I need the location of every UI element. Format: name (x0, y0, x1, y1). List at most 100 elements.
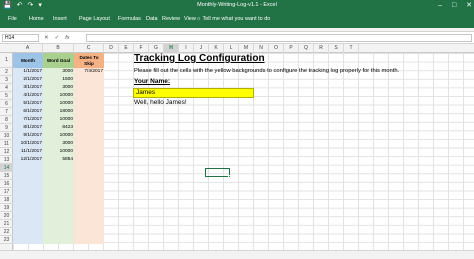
tell-me-label: Tell me what you want to do (202, 16, 271, 22)
row-header-2[interactable]: 2 (0, 68, 13, 76)
lightbulb-icon: ☼ (196, 16, 202, 22)
active-cell-h14[interactable] (205, 168, 231, 178)
row-header-10[interactable]: 10 (0, 132, 13, 140)
row-header-7[interactable]: 7 (0, 108, 13, 116)
row-header-17[interactable]: 17 (0, 188, 13, 196)
row-header-3[interactable]: 3 (0, 76, 13, 84)
row-header-16[interactable]: 16 (0, 180, 13, 188)
word-goal-cell[interactable]: 1500 (43, 76, 74, 84)
column-header-m[interactable]: M (239, 44, 254, 53)
row-header-18[interactable]: 18 (0, 196, 13, 204)
row-header-15[interactable]: 15 (0, 172, 13, 180)
column-header-q[interactable]: Q (299, 44, 314, 53)
column-header-f[interactable]: F (134, 44, 149, 53)
word-goal-cell[interactable]: 10000 (43, 92, 74, 100)
month-cell[interactable]: 8/1/2017 (13, 124, 43, 132)
column-header-t[interactable]: T (344, 44, 359, 53)
row-headers: 1 2 3 4 5 6 7 8 9 10 11 12 13 14 15 16 17 18 19 20 21 22 23 (0, 53, 13, 250)
month-cell[interactable]: 2/1/2017 (13, 76, 43, 84)
row-header-21[interactable]: 21 (0, 220, 13, 228)
month-cell[interactable]: 7/1/2017 (13, 116, 43, 124)
month-cell[interactable]: 11/1/2017 (13, 148, 43, 156)
column-header-o[interactable]: O (269, 44, 284, 53)
column-header-p[interactable]: P (284, 44, 299, 53)
fx-icon[interactable]: fx (65, 35, 69, 41)
row-header-14[interactable]: 14 (0, 164, 13, 172)
tab-insert[interactable]: Insert (53, 15, 67, 23)
month-cell[interactable]: 5/1/2017 (13, 100, 43, 108)
row-header-13[interactable]: 13 (0, 156, 13, 164)
row-header-1[interactable]: 1 (0, 53, 13, 68)
column-header-k[interactable]: K (209, 44, 224, 53)
month-cell[interactable]: 12/1/2017 (13, 156, 43, 164)
worksheet: ABCDEFGHIJKLMNOPQRST 1 2 3 4 5 6 7 8 9 10 11 12 13 14… (0, 44, 474, 250)
word-goal-cell[interactable]: 3000 (43, 68, 74, 76)
month-cell[interactable]: 10/1/2017 (13, 140, 43, 148)
row-header-23[interactable]: 23 (0, 236, 13, 244)
word-goal-header: Word Goal (46, 57, 71, 63)
tell-me-search[interactable]: ☼ Tell me what you want to do (196, 15, 270, 23)
name-box[interactable]: H14 (2, 34, 39, 42)
column-header-h[interactable]: H (164, 44, 179, 53)
word-goal-cell[interactable]: 10000 (43, 100, 74, 108)
close-icon[interactable]: ✕ (466, 2, 472, 9)
tab-home[interactable]: Home (29, 15, 44, 23)
word-goal-cell[interactable]: 3000 (43, 140, 74, 148)
column-header-a[interactable]: A (13, 44, 43, 53)
row-header-20[interactable]: 20 (0, 212, 13, 220)
minimize-icon[interactable]: – (438, 2, 442, 9)
word-goal-cell[interactable]: 5854 (43, 156, 74, 164)
row-header-11[interactable]: 11 (0, 140, 13, 148)
column-header-b[interactable]: B (43, 44, 74, 53)
tab-data[interactable]: Data (146, 15, 158, 23)
window-controls: – □ ✕ (430, 0, 472, 11)
skip-column-fill (74, 68, 104, 244)
row-header-22[interactable]: 22 (0, 228, 13, 236)
enter-icon[interactable]: ✓ (55, 35, 60, 41)
row-header-6[interactable]: 6 (0, 100, 13, 108)
column-header-d[interactable]: D (104, 44, 119, 53)
column-header-j[interactable]: J (194, 44, 209, 53)
cancel-icon[interactable]: ✕ (44, 35, 49, 41)
column-header-i[interactable]: I (179, 44, 194, 53)
tab-page-layout[interactable]: Page Layout (79, 15, 110, 23)
tab-view[interactable]: View (184, 15, 196, 23)
row-header-9[interactable]: 9 (0, 124, 13, 132)
column-header-r[interactable]: R (314, 44, 329, 53)
word-goal-cell[interactable]: 10000 (43, 148, 74, 156)
formula-input[interactable] (86, 34, 472, 42)
excel-window: 💾 ↶ ↷ ▾ Monthly-Writing-Log-v1.1 - Excel… (0, 0, 474, 259)
month-cell[interactable]: 6/1/2017 (13, 108, 43, 116)
tab-review[interactable]: Review (162, 15, 180, 23)
fill-handle[interactable] (228, 175, 231, 178)
word-goal-cell[interactable]: 10000 (43, 116, 74, 124)
month-cell[interactable]: 3/1/2017 (13, 84, 43, 92)
column-header-n[interactable]: N (254, 44, 269, 53)
row-header-19[interactable]: 19 (0, 204, 13, 212)
tab-file[interactable]: File (8, 15, 17, 23)
word-goal-cell[interactable]: 10000 (43, 132, 74, 140)
ribbon-tabs: File Home Insert Page Layout Formulas Da… (0, 11, 474, 28)
row-header-8[interactable]: 8 (0, 116, 13, 124)
word-goal-cell[interactable]: 3000 (43, 84, 74, 92)
column-header-g[interactable]: G (149, 44, 164, 53)
month-cell[interactable]: 4/1/2017 (13, 92, 43, 100)
column-header-s[interactable]: S (329, 44, 344, 53)
column-header-e[interactable]: E (119, 44, 134, 53)
row-header-12[interactable]: 12 (0, 148, 13, 156)
restore-icon[interactable]: □ (452, 2, 456, 9)
month-cell[interactable]: 1/1/2017 (13, 68, 43, 76)
formula-buttons: ✕ ✓ fx (44, 34, 76, 42)
word-goal-cell[interactable]: 8423 (43, 124, 74, 132)
skip-date-cell[interactable]: 7/4/2017 (74, 68, 104, 76)
row-header-4[interactable]: 4 (0, 84, 13, 92)
month-cell[interactable]: 9/1/2017 (13, 132, 43, 140)
tab-formulas[interactable]: Formulas (118, 15, 141, 23)
column-header-l[interactable]: L (224, 44, 239, 53)
formula-bar: H14 ✕ ✓ fx (0, 32, 474, 44)
window-title: Monthly-Writing-Log-v1.1 - Excel (197, 2, 277, 8)
column-header-c[interactable]: C (74, 44, 104, 53)
word-goal-cell[interactable]: 18000 (43, 108, 74, 116)
row-header-5[interactable]: 5 (0, 92, 13, 100)
name-input-cell[interactable]: James (133, 88, 254, 98)
